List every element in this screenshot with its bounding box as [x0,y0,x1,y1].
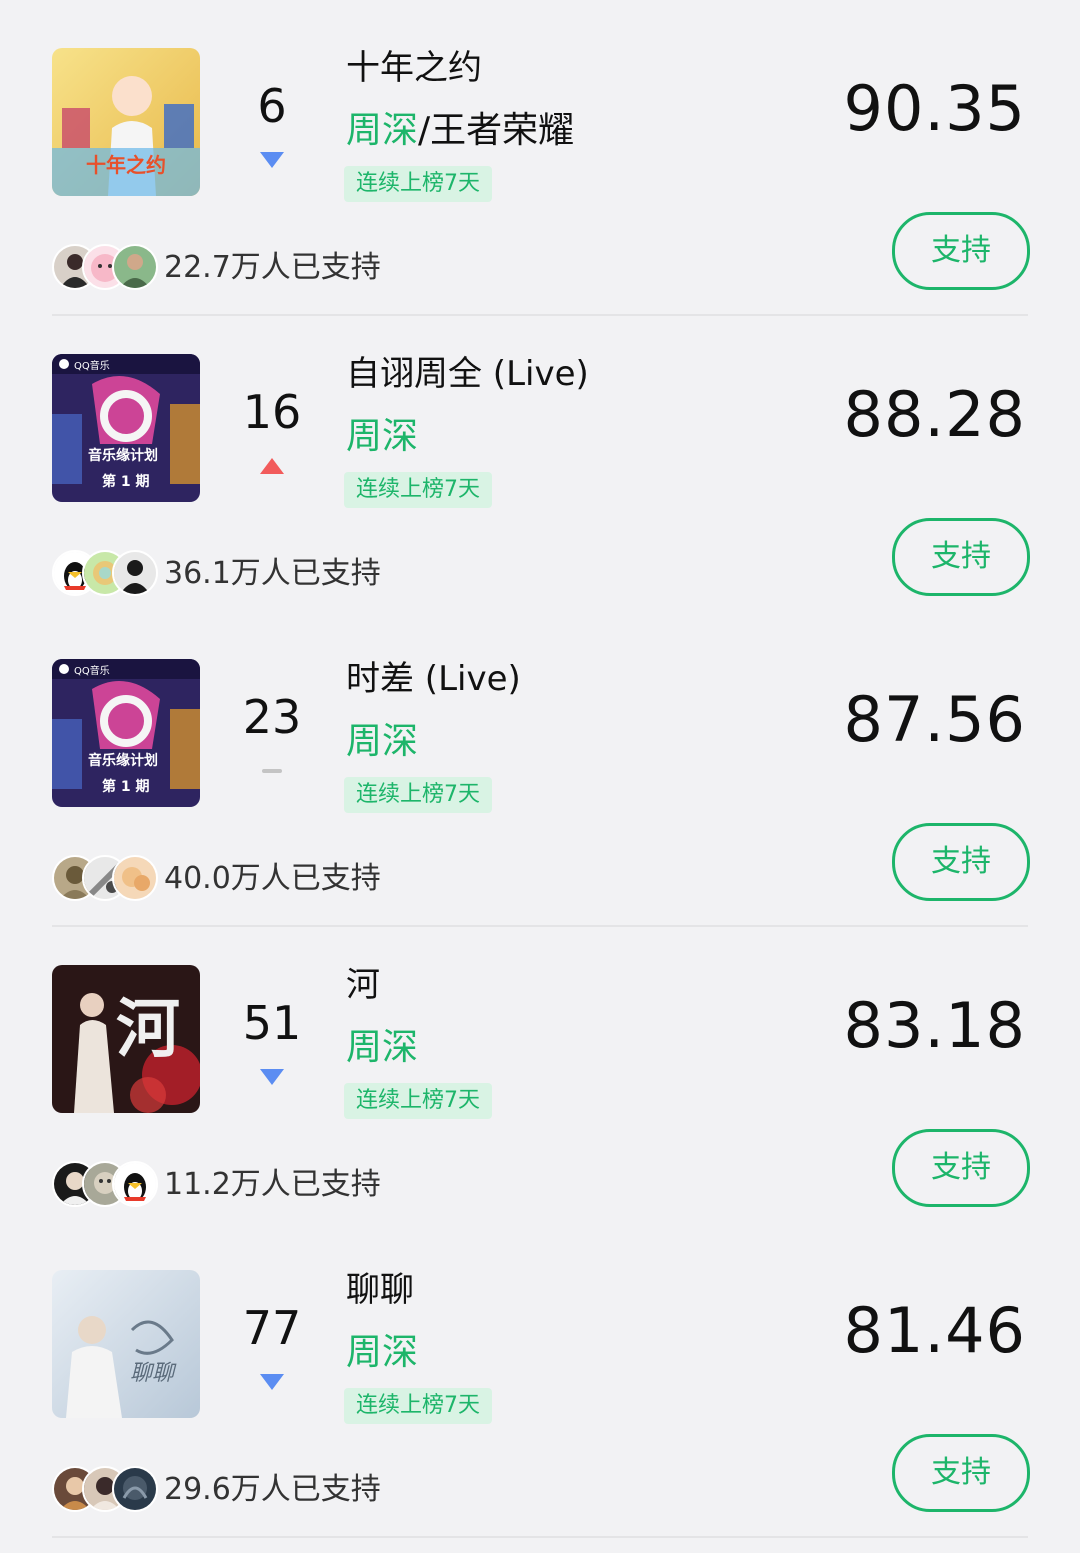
trend-down-icon [259,150,285,170]
streak-badge: 连续上榜7天 [344,1083,492,1119]
streak-badge: 连续上榜7天 [344,166,492,202]
svg-text:音乐缘计划: 音乐缘计划 [88,752,158,769]
support-button[interactable]: 支持 [892,518,1030,596]
trend-down-icon [259,1067,285,1087]
song-title[interactable]: 河 [346,963,380,1007]
trend-down-icon [259,1372,285,1392]
chart-list-item[interactable]: 聊聊 77 聊聊 周深 连续上榜7天 81.46 支持 29.6万人已支持 [0,1222,1080,1538]
cover-title: 第 1 期 [102,778,150,795]
song-title[interactable]: 时差 (Live) [346,657,521,701]
supporter-count: 29.6万人已支持 [164,1472,381,1507]
streak-badge: 连续上榜7天 [344,1388,492,1424]
streak-badge: 连续上榜7天 [344,777,492,813]
svg-text:音乐缘计划: 音乐缘计划 [88,447,158,464]
album-cover[interactable]: 十年之约 [52,48,200,196]
cover-title: 河 [116,992,180,1067]
rank-number: 51 [242,996,302,1050]
artist-name[interactable]: 周深 [346,719,418,765]
chart-list-item[interactable]: 十年之约 6 十年之约 周深/王者荣耀 连续上榜7天 90.35 支持 22.7… [0,0,1080,316]
support-button[interactable]: 支持 [892,1129,1030,1207]
album-cover[interactable]: QQ音乐 音乐缘计划 第 1 期 [52,354,200,502]
supporter-avatars [52,1161,162,1207]
trend-flat-icon [259,761,285,781]
rank-number: 77 [242,1301,302,1355]
album-cover[interactable]: QQ音乐 音乐缘计划 第 1 期 [52,659,200,807]
supporter-avatars [52,855,162,901]
artist-primary[interactable]: 周深 [346,1332,418,1373]
score: 83.18 [843,989,1026,1062]
score: 90.35 [843,72,1026,145]
album-cover[interactable]: 聊聊 [52,1270,200,1418]
avatar [112,1466,158,1512]
artist-secondary: /王者荣耀 [418,110,575,151]
artist-primary[interactable]: 周深 [346,110,418,151]
song-title[interactable]: 十年之约 [346,46,482,90]
support-button[interactable]: 支持 [892,1434,1030,1512]
supporter-count: 40.0万人已支持 [164,861,381,896]
artist-name[interactable]: 周深 [346,1025,418,1071]
artist-name[interactable]: 周深/王者荣耀 [346,108,574,154]
score: 81.46 [843,1294,1026,1367]
supporter-count: 11.2万人已支持 [164,1167,381,1202]
cover-title: 第 1 期 [102,473,150,490]
artist-name[interactable]: 周深 [346,1330,418,1376]
cover-title: 十年之约 [86,153,166,177]
supporter-avatars [52,550,162,596]
supporter-count: 36.1万人已支持 [164,556,381,591]
rank-number: 23 [242,690,302,744]
artist-primary[interactable]: 周深 [346,721,418,762]
artist-name[interactable]: 周深 [346,414,418,460]
divider [52,1536,1028,1538]
chart-list-item[interactable]: 河 51 河 周深 连续上榜7天 83.18 支持 11.2万人已支持 [0,917,1080,1223]
chart-list-item[interactable]: QQ音乐 音乐缘计划 第 1 期 16 自诩周全 (Live) 周深 连续上榜7… [0,306,1080,612]
support-button[interactable]: 支持 [892,823,1030,901]
avatar [112,855,158,901]
artist-primary[interactable]: 周深 [346,1027,418,1068]
chart-list-item[interactable]: QQ音乐 音乐缘计划 第 1 期 23 时差 (Live) 周深 连续上榜7天 … [0,611,1080,927]
rank-number: 16 [242,385,302,439]
rank-number: 6 [257,79,287,133]
svg-text:QQ音乐: QQ音乐 [74,664,110,677]
album-cover[interactable]: 河 [52,965,200,1113]
streak-badge: 连续上榜7天 [344,472,492,508]
cover-title: 聊聊 [130,1361,177,1386]
supporter-avatars [52,1466,162,1512]
support-button[interactable]: 支持 [892,212,1030,290]
score: 88.28 [843,378,1026,451]
svg-text:QQ音乐: QQ音乐 [74,359,110,372]
trend-up-icon [259,456,285,476]
avatar [112,244,158,290]
song-title[interactable]: 聊聊 [346,1268,414,1312]
artist-primary[interactable]: 周深 [346,416,418,457]
supporter-avatars [52,244,162,290]
avatar [112,1161,158,1207]
avatar [112,550,158,596]
song-title[interactable]: 自诩周全 (Live) [346,352,589,396]
score: 87.56 [843,683,1026,756]
supporter-count: 22.7万人已支持 [164,250,381,285]
